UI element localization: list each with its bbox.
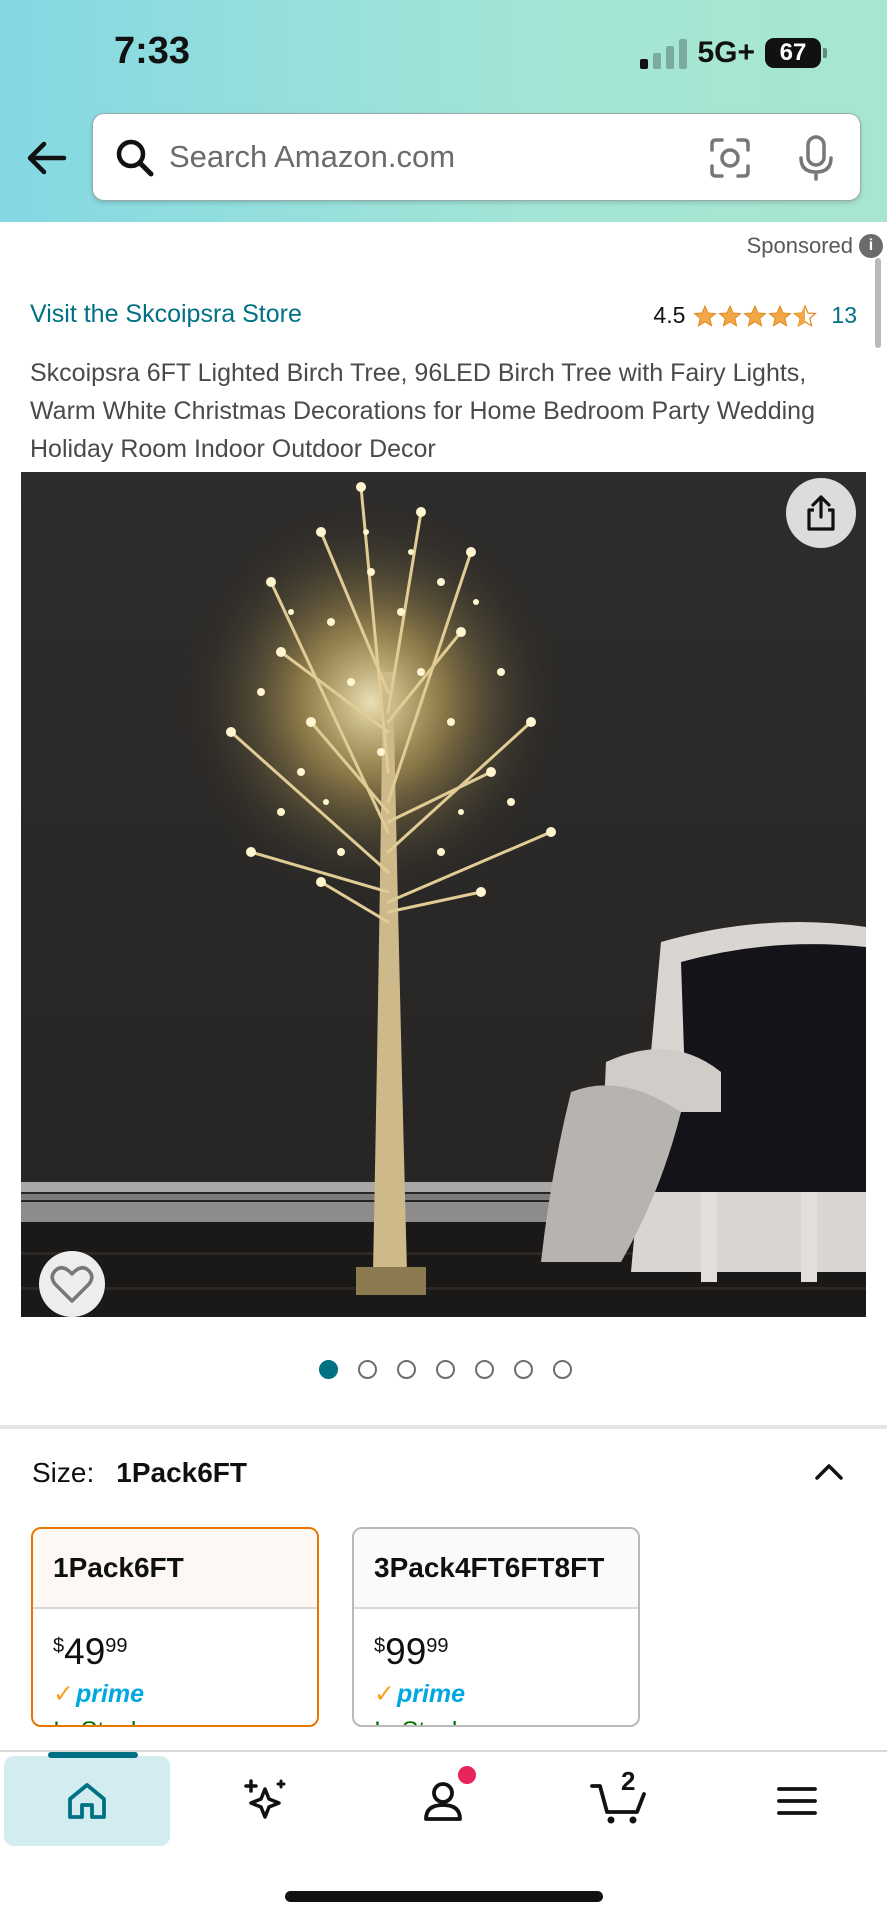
heart-icon: [50, 1266, 94, 1303]
rating-count[interactable]: 13: [831, 302, 857, 329]
menu-icon: [777, 1787, 817, 1815]
carousel-dot[interactable]: [475, 1360, 494, 1379]
cart-icon: [590, 1784, 646, 1824]
star-rating: [693, 303, 818, 328]
prime-badge: ✓ prime: [374, 1679, 638, 1709]
nav-rufus[interactable]: [182, 1756, 348, 1846]
size-selected-value: 1Pack6FT: [116, 1457, 247, 1488]
home-icon: [68, 1783, 106, 1819]
notification-dot: [458, 1766, 476, 1784]
size-selector-header: Size: 1Pack6FT: [32, 1457, 247, 1489]
sponsored-label[interactable]: Sponsored i: [746, 233, 883, 259]
wishlist-button[interactable]: [39, 1251, 105, 1317]
size-option-name: 1Pack6FT: [33, 1529, 317, 1609]
nav-account[interactable]: [360, 1756, 526, 1846]
price-fraction: 99: [426, 1635, 449, 1657]
carousel-dot[interactable]: [553, 1360, 572, 1379]
info-icon[interactable]: i: [859, 234, 883, 258]
product-image[interactable]: [21, 472, 866, 1317]
half-star-icon: [793, 303, 818, 327]
camera-lens-icon[interactable]: [708, 136, 752, 180]
status-indicators: 5G+ 67: [640, 36, 827, 70]
back-arrow-icon: [27, 141, 67, 175]
birch-tree-photo: [21, 472, 866, 1317]
share-icon: [807, 495, 835, 531]
search-input[interactable]: [169, 114, 769, 200]
nav-menu[interactable]: [714, 1756, 880, 1846]
price-whole: 49: [64, 1631, 106, 1672]
size-option-name: 3Pack4FT6FT8FT: [354, 1529, 638, 1609]
scrollbar[interactable]: [875, 258, 881, 348]
star-icon: [768, 304, 793, 327]
star-icon: [743, 304, 768, 327]
prime-text: prime: [75, 1679, 145, 1708]
prime-badge: ✓ prime: [53, 1679, 317, 1709]
battery-level: 67: [779, 39, 807, 66]
microphone-icon[interactable]: [796, 134, 836, 182]
stock-status: In Stock: [53, 1717, 317, 1725]
nav-home[interactable]: [4, 1752, 170, 1846]
option-price: $ 49 99: [53, 1631, 317, 1673]
carousel-dot[interactable]: [514, 1360, 533, 1379]
star-icon: [693, 304, 718, 327]
option-price: $ 99 99: [374, 1631, 638, 1673]
image-carousel-dots[interactable]: [0, 1360, 887, 1379]
search-bar[interactable]: [92, 113, 861, 201]
active-tab-indicator: [48, 1752, 138, 1758]
share-button[interactable]: [786, 478, 856, 548]
signal-icon: [640, 37, 688, 69]
carousel-dot[interactable]: [358, 1360, 377, 1379]
status-time: 7:33: [114, 30, 191, 72]
stock-status: In Stock: [374, 1717, 638, 1725]
rating-value: 4.5: [653, 302, 686, 328]
price-currency: $: [53, 1635, 65, 1657]
nav-cart[interactable]: 2: [536, 1756, 702, 1846]
price-currency: $: [374, 1635, 386, 1657]
rating-summary[interactable]: 4.5 13: [653, 302, 857, 329]
star-icon: [718, 304, 743, 327]
header-bar: 7:33 5G+ 67: [0, 0, 887, 222]
home-indicator[interactable]: [285, 1891, 603, 1902]
carousel-dot[interactable]: [397, 1360, 416, 1379]
account-icon: [424, 1782, 462, 1821]
price-fraction: 99: [105, 1635, 128, 1657]
size-option-1pack6ft[interactable]: 1Pack6FT $ 49 99 ✓prime In Stock: [31, 1527, 319, 1727]
search-icon: [116, 139, 154, 177]
size-option-3pack4ft6ft8ft[interactable]: 3Pack4FT6FT8FT $ 99 99 ✓prime In Stock: [352, 1527, 640, 1727]
store-link[interactable]: Visit the Skcoipsra Store: [30, 300, 302, 329]
price-whole: 99: [385, 1631, 427, 1672]
sparkle-icon: [244, 1779, 286, 1819]
back-button[interactable]: [24, 136, 68, 180]
cart-count: 2: [621, 1766, 636, 1796]
sponsored-text: Sponsored: [746, 233, 853, 258]
check-icon: ✓: [53, 1680, 74, 1708]
network-type: 5G+: [697, 36, 755, 69]
product-title: Skcoipsra 6FT Lighted Birch Tree, 96LED …: [30, 359, 815, 463]
prime-text: prime: [396, 1679, 466, 1708]
section-divider: [0, 1425, 887, 1429]
carousel-dot[interactable]: [319, 1360, 338, 1379]
carousel-dot[interactable]: [436, 1360, 455, 1379]
size-label: Size:: [32, 1457, 95, 1488]
check-icon: ✓: [374, 1680, 395, 1708]
battery-icon: 67: [765, 38, 827, 68]
chevron-up-icon[interactable]: [811, 1454, 847, 1490]
